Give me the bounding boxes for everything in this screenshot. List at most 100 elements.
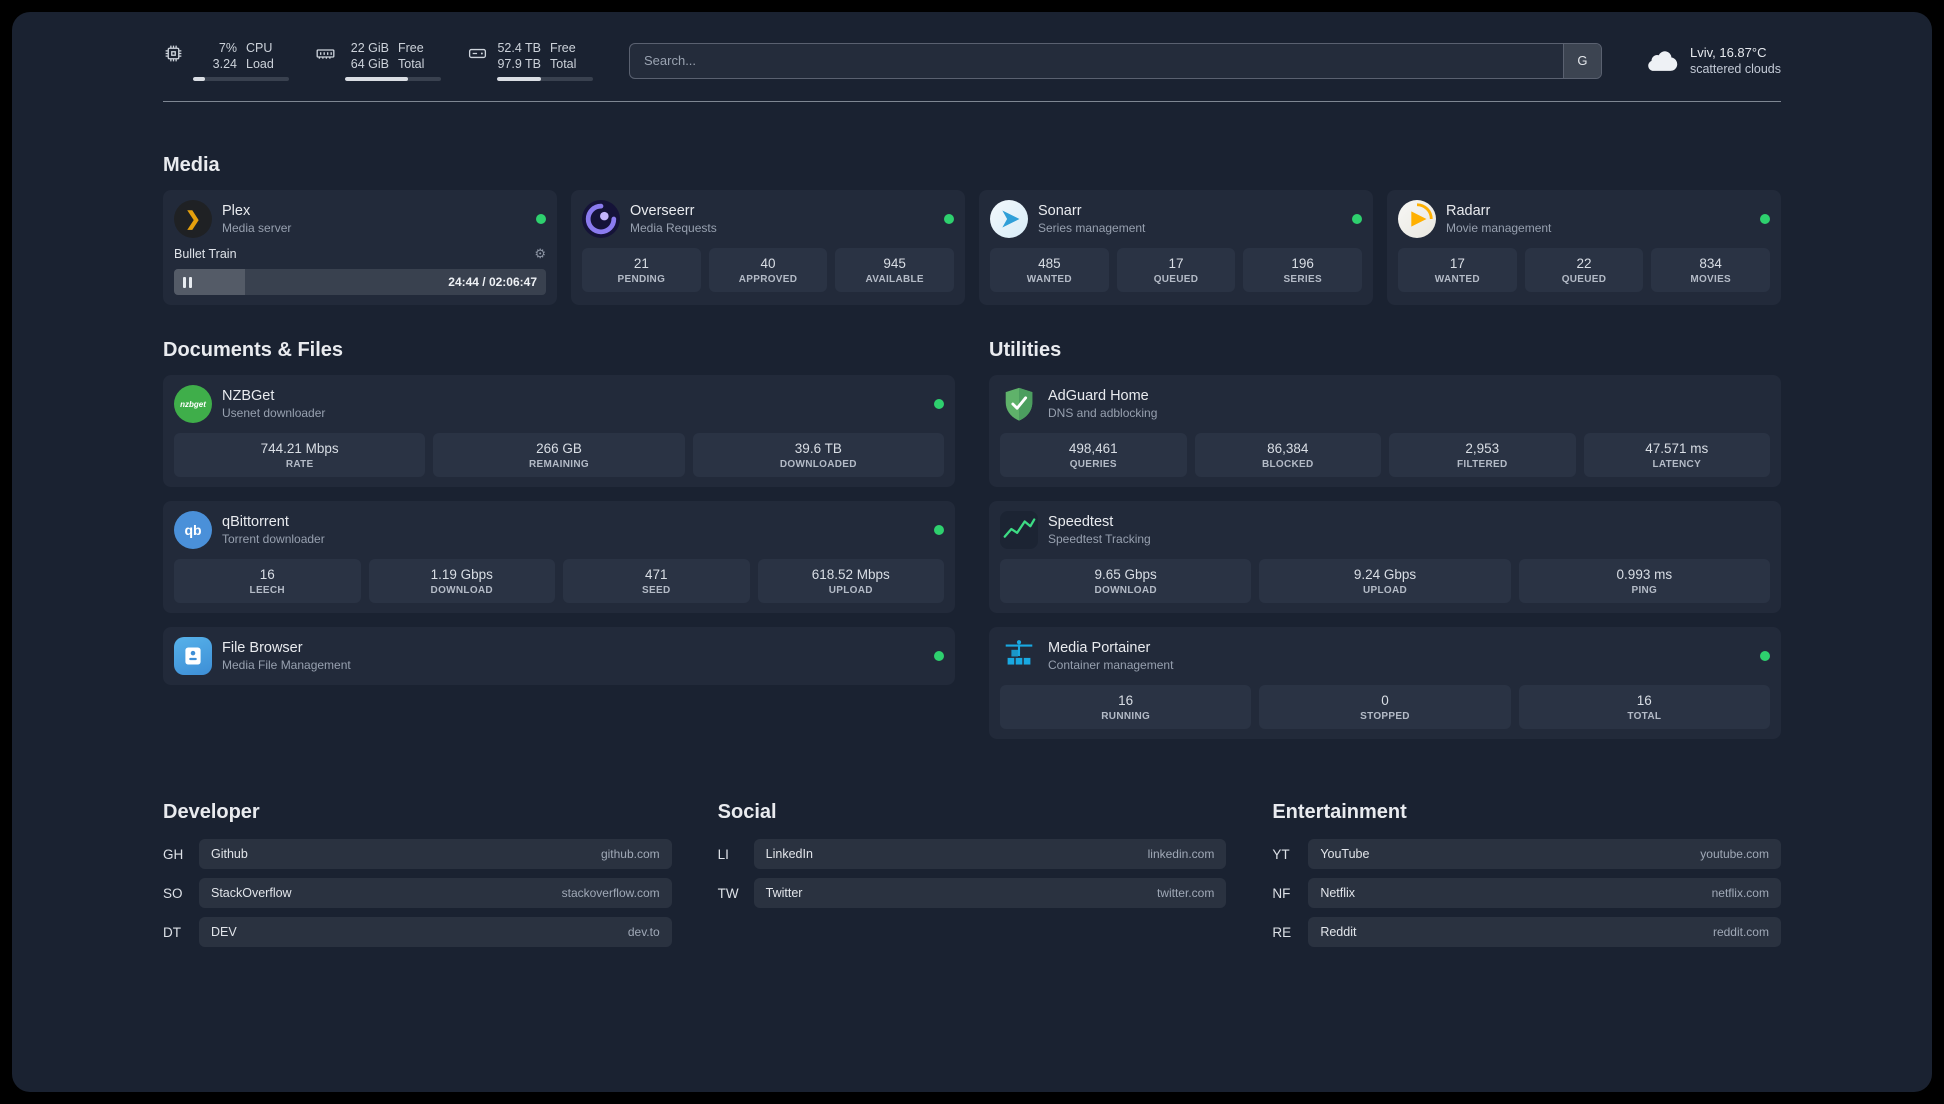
bookmark-netflix[interactable]: NF Netflix netflix.com: [1272, 878, 1781, 908]
stat-tile: 0 STOPPED: [1259, 685, 1511, 729]
stat-value: 618.52 Mbps: [811, 567, 890, 582]
search-bar: G: [629, 42, 1602, 79]
weather-widget[interactable]: Lviv, 16.87°C scattered clouds: [1642, 44, 1781, 78]
bookmark-reddit[interactable]: RE Reddit reddit.com: [1272, 917, 1781, 947]
disk-progress-bar: [497, 77, 593, 81]
service-card-overseerr[interactable]: Overseerr Media Requests 21 PENDING 40 A…: [571, 190, 965, 305]
status-dot: [934, 399, 944, 409]
section-title-social: Social: [717, 801, 777, 823]
stat-value: 86,384: [1267, 441, 1309, 456]
bookmark-name: DEV: [211, 925, 237, 939]
service-card-sonarr[interactable]: Sonarr Series management 485 WANTED 17 Q…: [979, 190, 1373, 305]
service-card-portainer[interactable]: Media Portainer Container management 16 …: [989, 627, 1781, 739]
service-name: Speedtest: [1048, 514, 1114, 530]
stat-value: 9.24 Gbps: [1353, 567, 1417, 582]
bookmark-stackoverflow[interactable]: SO StackOverflow stackoverflow.com: [163, 878, 672, 908]
stat-tile: 471 SEED: [563, 559, 750, 603]
bookmark-dev[interactable]: DT DEV dev.to: [163, 917, 672, 947]
bookmark-domain: reddit.com: [1712, 925, 1769, 939]
bookmark-group-social: Social LI LinkedIn linkedin.com TW Twitt…: [718, 801, 1227, 956]
stat-tile: 618.52 Mbps UPLOAD: [757, 559, 944, 603]
bookmark-linkedin[interactable]: LI LinkedIn linkedin.com: [718, 839, 1227, 869]
adguard-icon: [1000, 385, 1038, 423]
weather-location: Lviv, 16.87°C: [1689, 44, 1767, 60]
service-desc: Torrent downloader: [222, 532, 325, 546]
cpu-load-value: 3.24: [212, 57, 237, 71]
stat-label: QUERIES: [1069, 459, 1117, 470]
bookmark-abbr: DT: [163, 924, 181, 940]
speedtest-icon: [1000, 511, 1038, 549]
search-provider-button[interactable]: G: [1562, 43, 1601, 78]
bookmark-name: Netflix: [1320, 886, 1356, 900]
memory-icon: [315, 43, 336, 69]
service-card-qbittorrent[interactable]: qb qBittorrent Torrent downloader 16 LEE…: [163, 501, 955, 613]
stat-value: 16: [1118, 693, 1134, 708]
stat-tile: 21 PENDING: [582, 248, 701, 292]
stat-value: 40: [760, 256, 776, 271]
stat-tile: 0.993 ms PING: [1518, 559, 1770, 603]
stat-label: RUNNING: [1101, 711, 1151, 722]
stat-tile: 485 WANTED: [990, 248, 1109, 292]
stat-label: SERIES: [1283, 274, 1322, 285]
service-desc: Series management: [1038, 221, 1146, 235]
service-desc: Media File Management: [222, 658, 351, 672]
bookmark-domain: linkedin.com: [1147, 847, 1215, 861]
sonarr-icon: [990, 200, 1028, 238]
cpu-usage-label: CPU: [246, 41, 273, 55]
service-card-plex[interactable]: ❯ Plex Media server Bullet Train ⚙ 24:44…: [163, 190, 557, 305]
bookmark-abbr: SO: [163, 885, 183, 901]
status-dot: [1760, 214, 1770, 224]
status-dot: [536, 214, 546, 224]
bookmark-abbr: GH: [163, 846, 184, 862]
stat-tile: 945 AVAILABLE: [835, 248, 955, 292]
stat-value: 39.6 TB: [794, 441, 842, 456]
stat-label: PING: [1631, 585, 1658, 596]
search-input[interactable]: [629, 42, 1602, 79]
stat-tile: 17 QUEUED: [1116, 248, 1236, 292]
memory-total-value: 64 GiB: [350, 57, 389, 71]
section-title-utilities: Utilities: [989, 339, 1062, 361]
service-desc: Usenet downloader: [222, 406, 326, 420]
stat-label: REMAINING: [529, 459, 589, 470]
section-title-entertainment: Entertainment: [1272, 801, 1407, 823]
plex-icon: ❯: [174, 200, 212, 238]
cloud-icon: [1642, 44, 1680, 78]
stat-label: BLOCKED: [1261, 459, 1314, 470]
stat-label: DOWNLOAD: [1094, 585, 1157, 596]
service-card-radarr[interactable]: Radarr Movie management 17 WANTED 22 QUE…: [1387, 190, 1781, 305]
qbittorrent-icon: qb: [174, 511, 212, 549]
bookmark-youtube[interactable]: YT YouTube youtube.com: [1272, 839, 1781, 869]
playback-bar[interactable]: 24:44 / 02:06:47: [174, 269, 546, 295]
memory-free-value: 22 GiB: [350, 41, 389, 55]
section-title-media: Media: [163, 154, 220, 176]
bookmark-group-entertainment: Entertainment YT YouTube youtube.com NF …: [1272, 801, 1781, 956]
nzbget-icon: nzbget: [174, 385, 212, 423]
service-name: AdGuard Home: [1048, 388, 1149, 404]
stat-label: QUEUED: [1153, 274, 1199, 285]
stat-value: 945: [883, 256, 906, 271]
service-card-speedtest[interactable]: Speedtest Speedtest Tracking 9.65 Gbps D…: [989, 501, 1781, 613]
bookmark-github[interactable]: GH Github github.com: [163, 839, 672, 869]
status-dot: [1760, 651, 1770, 661]
pause-icon[interactable]: [183, 276, 192, 288]
status-dot: [1352, 214, 1362, 224]
memory-free-label: Free: [398, 41, 424, 55]
service-card-filebrowser[interactable]: File Browser Media File Management: [163, 627, 955, 685]
system-metrics: 7% 3.24 CPU Load 22 GiB 64 GiB Free Tota…: [163, 40, 593, 81]
memory-metric: 22 GiB 64 GiB Free Total: [315, 40, 441, 81]
utilities-group: AdGuard Home DNS and adblocking 498,461 …: [989, 375, 1781, 739]
bookmark-abbr: RE: [1272, 924, 1292, 940]
service-name: Overseerr: [630, 203, 695, 219]
bookmark-abbr: LI: [717, 846, 729, 862]
stat-label: LEECH: [249, 585, 285, 596]
service-card-adguard[interactable]: AdGuard Home DNS and adblocking 498,461 …: [989, 375, 1781, 487]
bookmark-name: LinkedIn: [765, 847, 813, 861]
bookmark-twitter[interactable]: TW Twitter twitter.com: [718, 878, 1227, 908]
settings-icon[interactable]: ⚙: [534, 246, 546, 262]
stat-label: DOWNLOADED: [779, 459, 857, 470]
stat-label: AVAILABLE: [865, 274, 924, 285]
service-card-nzbget[interactable]: nzbget NZBGet Usenet downloader 744.21 M…: [163, 375, 955, 487]
service-name: Radarr: [1446, 203, 1491, 219]
stat-tile: 16 RUNNING: [1000, 685, 1252, 729]
overseerr-icon: [582, 200, 620, 238]
